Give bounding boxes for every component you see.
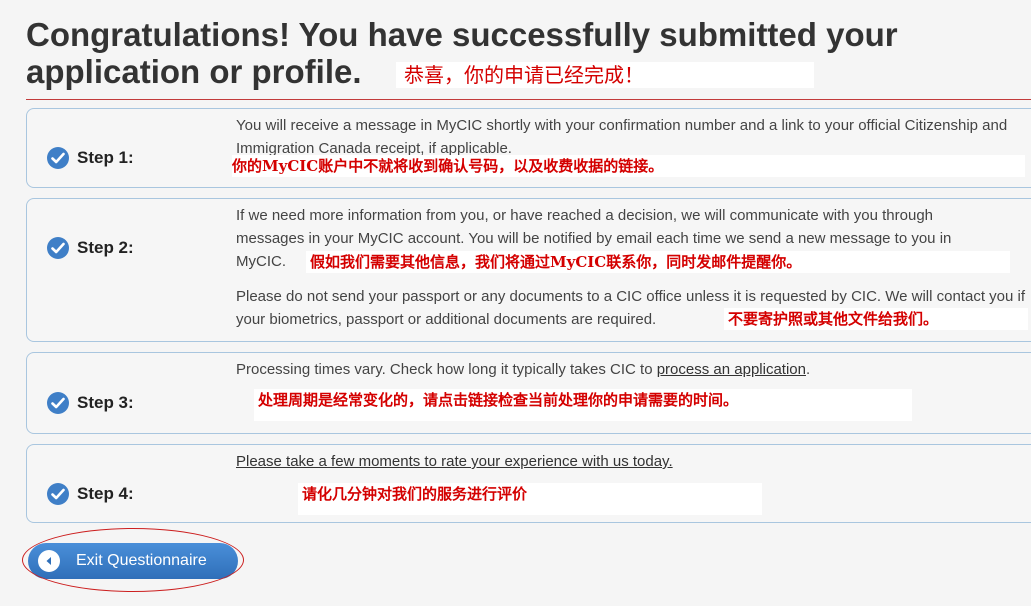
exit-questionnaire-label: Exit Questionnaire [76, 552, 207, 569]
title-annotation: 恭喜，你的申请已经完成！ [396, 62, 814, 88]
step-3-text-before: Processing times vary. Check how long it… [236, 361, 657, 378]
confirmation-page: Congratulations! You have successfully s… [0, 0, 1031, 606]
exit-questionnaire-button[interactable]: Exit Questionnaire [28, 543, 238, 579]
checkmark-icon [47, 392, 69, 414]
step-1-label: Step 1: [77, 148, 134, 167]
step-2-panel: Step 2: If we need more information from… [26, 198, 1031, 342]
page-title-line1: Congratulations! You have successfully s… [26, 16, 898, 53]
step-1-annotation: 你的MyCIC账户中不就将收到确认号码，以及收费收据的链接。 [232, 155, 1025, 177]
step-4-annotation: 请化几分钟对我们的服务进行评价 [298, 483, 762, 515]
step-2-annotation-1: 假如我们需要其他信息，我们将通过MyCIC联系你，同时发邮件提醒你。 [306, 251, 1010, 273]
step-2-label: Step 2: [77, 238, 134, 257]
back-arrow-icon [38, 550, 60, 572]
checkmark-icon [47, 147, 69, 169]
step-3-annotation: 处理周期是经常变化的，请点击链接检查当前处理你的申请需要的时间。 [254, 389, 912, 421]
checkmark-icon [47, 237, 69, 259]
step-3-label: Step 3: [77, 393, 134, 412]
title-divider [26, 99, 1031, 100]
step-3-text: Processing times vary. Check how long it… [236, 358, 1031, 381]
step-1-panel: Step 1: You will receive a message in My… [26, 108, 1031, 188]
step-4-label: Step 4: [77, 484, 134, 503]
step-2-annotation-2: 不要寄护照或其他文件给我们。 [724, 308, 1028, 330]
process-application-link[interactable]: process an application [657, 361, 806, 378]
step-4-text: Please take a few moments to rate your e… [236, 450, 1031, 473]
step-3-panel: Step 3: Processing times vary. Check how… [26, 352, 1031, 434]
checkmark-icon [47, 483, 69, 505]
step-1-text: You will receive a message in MyCIC shor… [236, 117, 1008, 157]
step-4-panel: Step 4: Please take a few moments to rat… [26, 444, 1031, 523]
step-3-text-after: . [805, 361, 811, 378]
rate-experience-link[interactable]: Please take a few moments to rate your e… [236, 453, 673, 470]
